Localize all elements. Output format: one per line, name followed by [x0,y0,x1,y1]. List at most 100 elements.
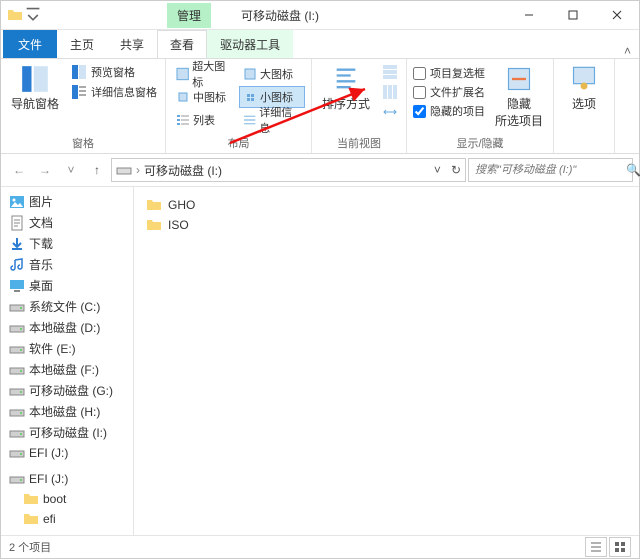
details-view-button[interactable] [585,537,607,557]
context-tab-title: 管理 [167,3,211,28]
status-bar: 2 个项目 [1,535,639,558]
tree-item[interactable]: 系统文件 (C:) [1,296,133,317]
preview-pane-button[interactable]: 预览窗格 [69,63,159,81]
group-show-hide-label: 显示/隐藏 [413,133,547,153]
file-list[interactable]: GHO ISO [134,187,639,535]
desktop-icon [9,278,25,294]
drive-icon [9,404,25,420]
title-bar: 管理 可移动磁盘 (I:) [1,1,639,30]
drive-icon [9,362,25,378]
tree-item[interactable]: 可移动磁盘 (G:) [1,380,133,401]
layout-gallery[interactable]: 超大图标 大图标 中图标 小图标 列表 详细信息 [172,63,305,133]
tab-home[interactable]: 主页 [57,30,107,58]
music-icon [9,257,25,273]
hide-selected-button[interactable]: 隐藏 所选项目 [491,63,547,133]
tree-item[interactable]: 可移动磁盘 (I:) [1,422,133,443]
tree-item[interactable]: 桌面 [1,275,133,296]
back-button[interactable]: ← [7,158,31,182]
up-button[interactable]: ↑ [85,158,109,182]
tree-item-label: 可移动磁盘 (G:) [29,382,113,399]
tree-item[interactable]: 本地磁盘 (H:) [1,401,133,422]
refresh-icon[interactable]: ↻ [451,163,461,177]
view-large[interactable]: 大图标 [239,63,305,85]
view-list[interactable]: 列表 [172,109,238,131]
file-item[interactable]: ISO [146,215,627,235]
file-name: ISO [168,218,189,232]
breadcrumb-item[interactable]: 可移动磁盘 (I:) [144,162,222,179]
tree-item[interactable]: boot [1,489,133,509]
tab-file[interactable]: 文件 [3,30,57,58]
view-medium[interactable]: 中图标 [172,86,238,108]
close-button[interactable] [595,1,639,29]
folder-icon [146,197,162,213]
tree-item[interactable]: 软件 (E:) [1,338,133,359]
address-field[interactable]: › 可移动磁盘 (I:) ˅ ↻ [111,158,466,182]
search-icon[interactable]: 🔍 [626,163,640,177]
folder-icon [23,491,39,507]
forward-button[interactable]: → [33,158,57,182]
add-columns-button[interactable] [380,83,400,101]
file-name: GHO [168,198,195,212]
sort-button[interactable]: 排序方式 [318,63,374,133]
qat-dropdown-icon[interactable] [25,7,41,23]
tree-item[interactable]: EFI (J:) [1,469,133,489]
drive-icon [116,162,132,178]
search-box[interactable]: 🔍 [468,158,633,182]
picture-icon [9,194,25,210]
tree-item[interactable]: 本地磁盘 (F:) [1,359,133,380]
group-by-button[interactable] [380,63,400,81]
tree-item[interactable]: 本地磁盘 (D:) [1,317,133,338]
tree-item-label: 音乐 [29,256,53,273]
folder-icon [7,7,23,23]
view-super-large[interactable]: 超大图标 [172,63,238,85]
tab-drive-tools[interactable]: 驱动器工具 [207,30,293,58]
nav-pane-label: 导航窗格 [11,95,59,112]
search-input[interactable] [473,163,620,177]
minimize-button[interactable] [507,1,551,29]
size-columns-button[interactable] [380,103,400,121]
address-bar: ← → ˅ ↑ › 可移动磁盘 (I:) ˅ ↻ 🔍 [1,154,639,187]
status-text: 2 个项目 [9,539,51,555]
group-panes-label: 窗格 [7,133,159,153]
folder-icon [23,511,39,527]
icons-view-button[interactable] [609,537,631,557]
tree-item[interactable]: 下载 [1,233,133,254]
tree-item[interactable]: 文档 [1,212,133,233]
drive-icon [9,445,25,461]
tree-item-label: boot [43,492,66,506]
tree-item[interactable]: EFI (J:) [1,443,133,463]
drive-icon [9,341,25,357]
details-pane-button[interactable]: 详细信息窗格 [69,83,159,101]
doc-icon [9,215,25,231]
ribbon-collapse-icon[interactable]: ˄ [624,44,631,58]
tab-view[interactable]: 查看 [157,30,207,58]
nav-pane-button[interactable]: 导航窗格 [7,63,63,133]
tree-item[interactable]: 图片 [1,191,133,212]
drive-icon [9,299,25,315]
maximize-button[interactable] [551,1,595,29]
recent-dropdown[interactable]: ˅ [59,158,83,182]
address-dropdown-icon[interactable]: ˅ [434,163,441,177]
tab-share[interactable]: 共享 [107,30,157,58]
tree-item-label: EFI (J:) [29,472,68,486]
item-checkboxes-toggle[interactable]: 项目复选框 [413,65,485,81]
tree-item[interactable]: 音乐 [1,254,133,275]
tree-item[interactable]: efi [1,509,133,529]
options-button[interactable]: 选项 [560,63,608,137]
breadcrumb-sep: › [136,163,140,177]
drive-icon [9,471,25,487]
tree-item-label: 可移动磁盘 (I:) [29,424,107,441]
tree-item-label: 文档 [29,214,53,231]
hidden-items-toggle[interactable]: 隐藏的项目 [413,103,485,119]
navigation-tree[interactable]: 图片文档下载音乐桌面系统文件 (C:) 本地磁盘 (D:) 软件 (E:) 本地磁盘 … [1,187,134,535]
folder-icon [146,217,162,233]
file-ext-toggle[interactable]: 文件扩展名 [413,84,485,100]
tree-item-label: 软件 (E:) [29,340,76,357]
file-item[interactable]: GHO [146,195,627,215]
group-current-view-label: 当前视图 [318,133,400,153]
tree-item-label: 本地磁盘 (D:) [29,319,100,336]
tree-item-label: 本地磁盘 (F:) [29,361,99,378]
tree-item-label: 图片 [29,193,53,210]
view-details[interactable]: 详细信息 [239,109,305,131]
tree-item-label: efi [43,512,56,526]
